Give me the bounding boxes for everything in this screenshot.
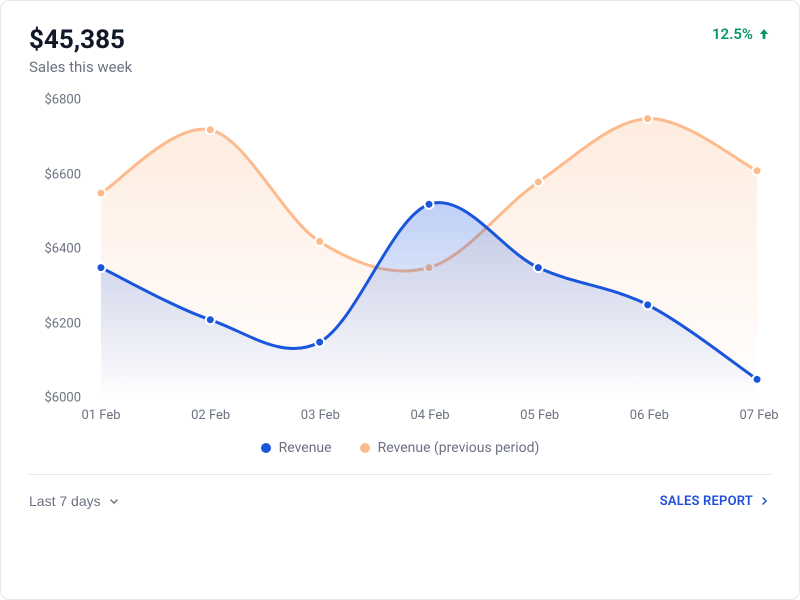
legend-label: Revenue (previous period) [378, 440, 540, 456]
sales-subtitle: Sales this week [29, 58, 132, 76]
date-range-dropdown[interactable]: Last 7 days [29, 493, 121, 509]
line-chart-svg [87, 100, 771, 398]
y-tick-label: $6000 [44, 391, 81, 406]
date-range-label: Last 7 days [29, 493, 101, 509]
x-axis: 01 Feb02 Feb03 Feb04 Feb05 Feb06 Feb07 F… [87, 402, 771, 430]
arrow-up-icon [757, 27, 771, 41]
legend-label: Revenue [279, 440, 332, 456]
delta-indicator: 12.5% [712, 25, 771, 43]
x-tick-label: 01 Feb [81, 408, 120, 423]
x-tick-label: 03 Feb [301, 408, 340, 423]
x-tick-label: 02 Feb [191, 408, 230, 423]
y-axis: $6000$6200$6400$6600$6800 [29, 100, 87, 398]
chart-legend: Revenue Revenue (previous period) [29, 440, 771, 456]
card-header: $45,385 Sales this week 12.5% [29, 25, 771, 76]
y-tick-label: $6800 [44, 93, 81, 108]
legend-item[interactable]: Revenue (previous period) [360, 440, 540, 456]
sales-total: $45,385 [29, 25, 132, 56]
chart-plot [87, 100, 771, 398]
sales-report-link[interactable]: SALES REPORT [660, 494, 771, 509]
sales-card: $45,385 Sales this week 12.5% $6000 $6200… [0, 0, 800, 600]
card-footer: Last 7 days SALES REPORT [29, 474, 771, 509]
totals-block: $45,385 Sales this week [29, 25, 132, 76]
chevron-down-icon [107, 494, 121, 508]
x-tick-label: 05 Feb [520, 408, 559, 423]
x-tick-label: 07 Feb [739, 408, 778, 423]
legend-swatch [261, 443, 271, 453]
legend-item[interactable]: Revenue [261, 440, 332, 456]
delta-value: 12.5% [712, 25, 753, 43]
y-tick-label: $6400 [44, 242, 81, 257]
chevron-right-icon [757, 494, 771, 508]
sales-report-label: SALES REPORT [660, 494, 753, 509]
legend-swatch [360, 443, 370, 453]
chart-area: $6000$6200$6400$6600$6800 01 Feb02 Feb03… [29, 100, 771, 430]
x-tick-label: 06 Feb [630, 408, 669, 423]
y-tick-label: $6200 [44, 316, 81, 331]
x-tick-label: 04 Feb [410, 408, 449, 423]
y-tick-label: $6600 [44, 167, 81, 182]
